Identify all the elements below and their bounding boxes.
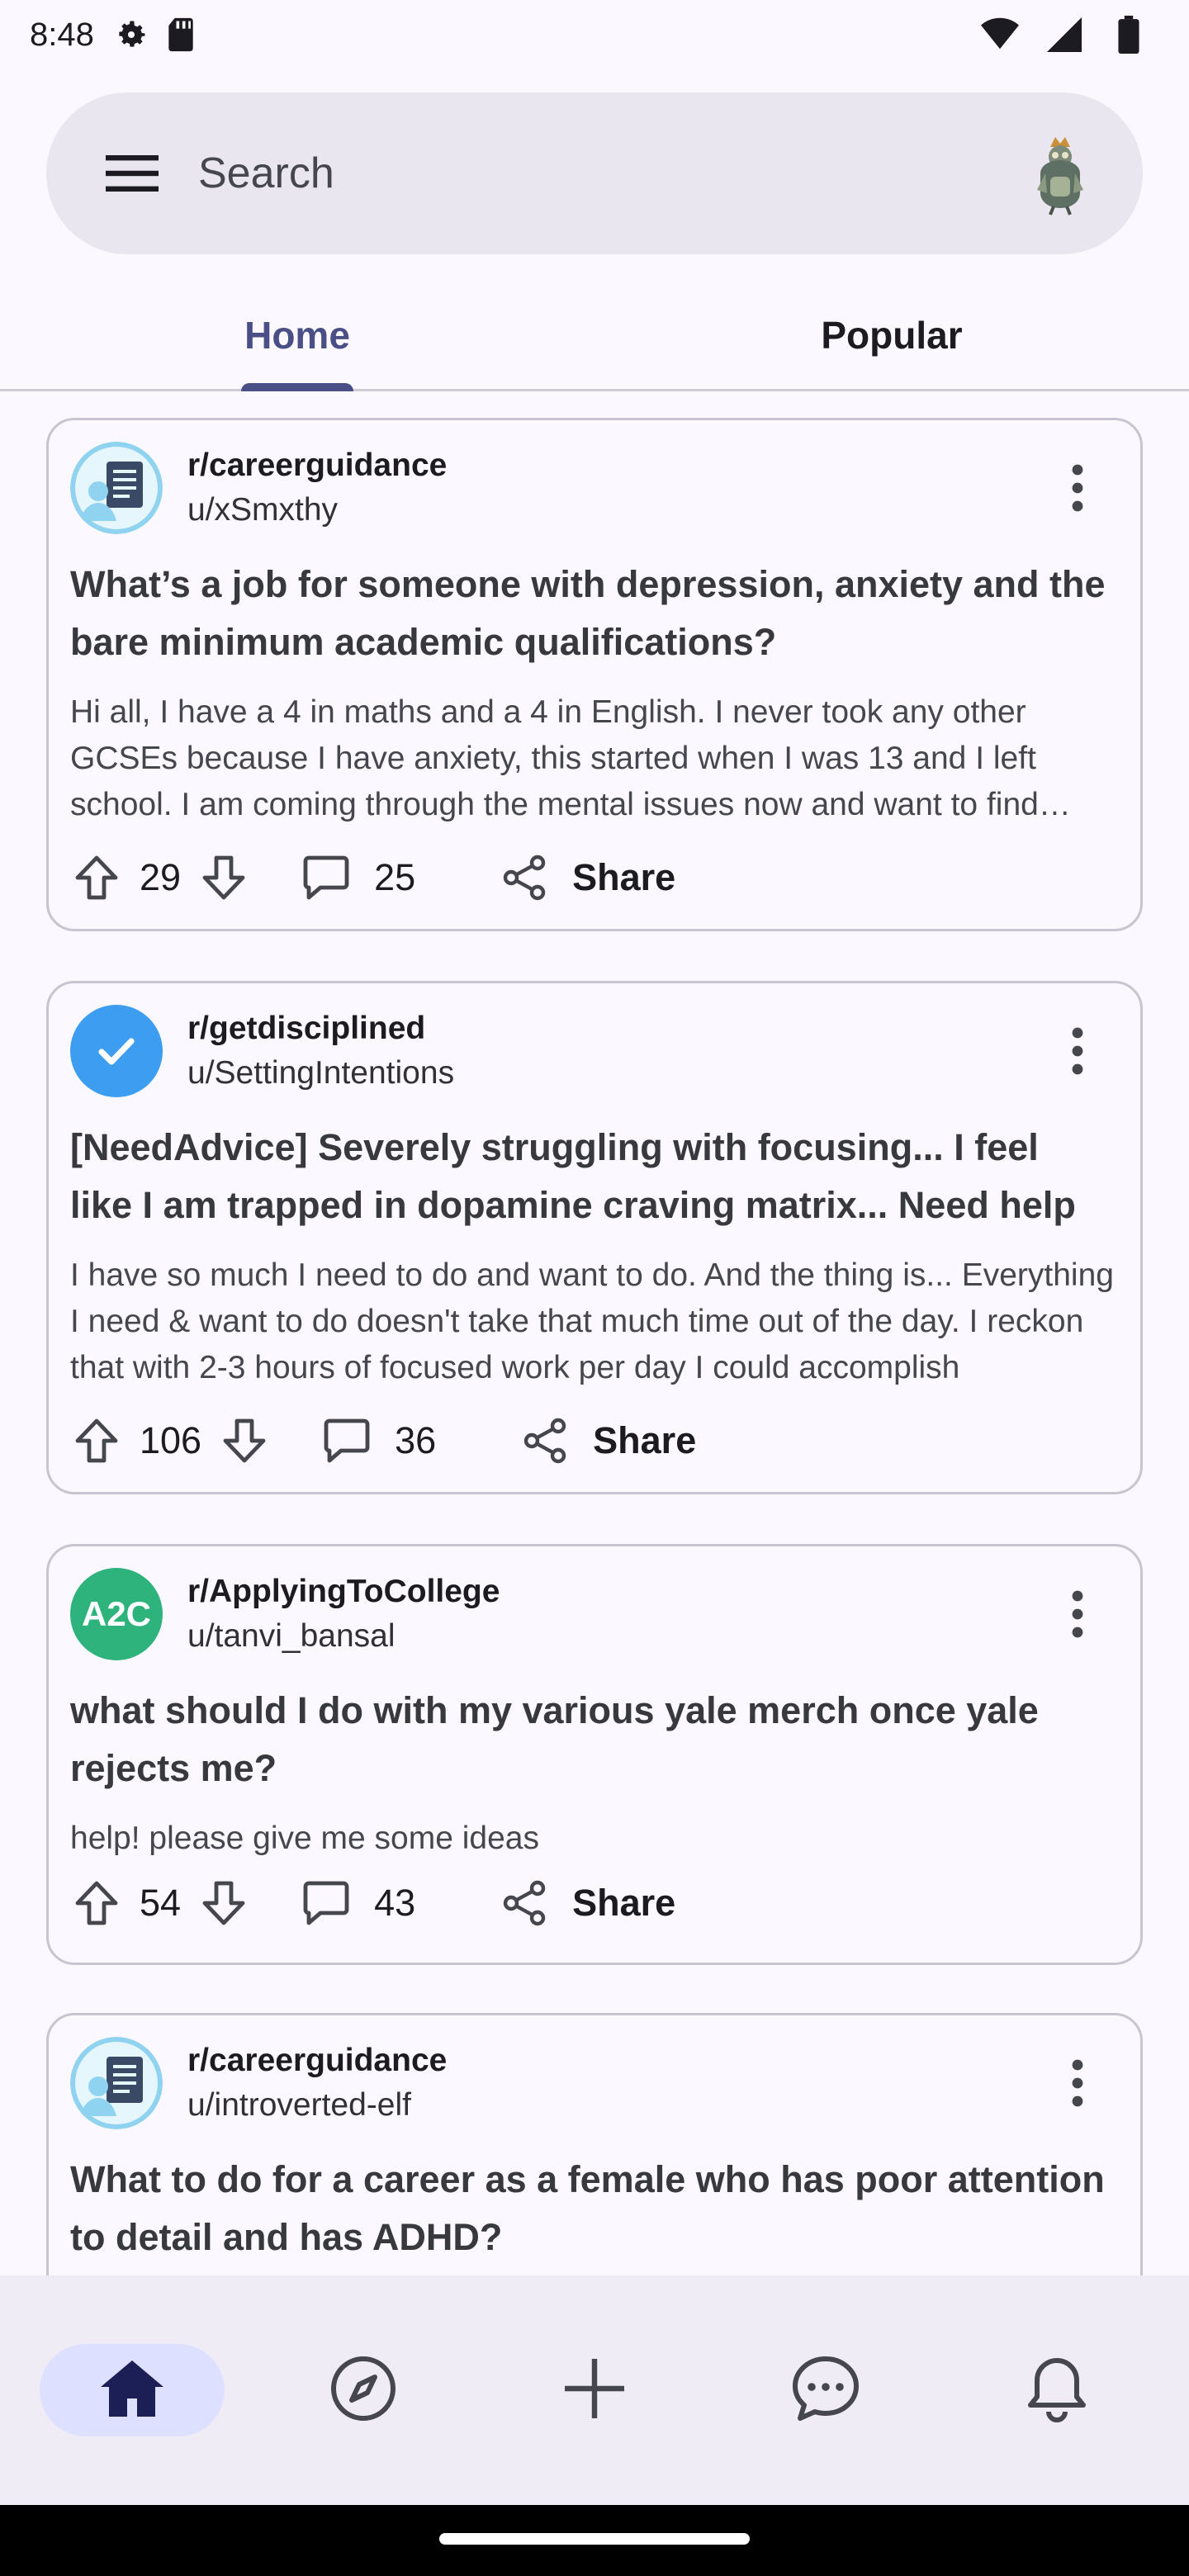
upvote-icon[interactable]: [70, 1877, 123, 1930]
hamburger-menu-icon[interactable]: [99, 140, 165, 206]
more-options-icon[interactable]: [1053, 1577, 1102, 1651]
battery-icon: [1110, 16, 1148, 54]
cell-signal-icon: [1045, 16, 1083, 54]
downvote-icon[interactable]: [218, 1414, 271, 1467]
status-time: 8:48: [30, 16, 94, 53]
share-button[interactable]: Share: [498, 851, 675, 904]
bell-icon: [1024, 2354, 1090, 2427]
user-avatar[interactable]: [1017, 130, 1103, 216]
post-actions: 29 25 Share: [70, 828, 1119, 927]
chat-icon: [790, 2354, 861, 2427]
comment-icon: [320, 1414, 373, 1467]
post-actions: 54 43 Share: [70, 1862, 1119, 1944]
gesture-bar: [0, 2505, 1189, 2576]
comment-count: 43: [374, 1882, 416, 1924]
status-bar: 8:48: [0, 0, 1189, 69]
tab-popular-label: Popular: [821, 313, 963, 357]
share-icon: [498, 1877, 551, 1930]
post-subreddit[interactable]: r/getdisciplined: [187, 1006, 1053, 1051]
nav-create[interactable]: [502, 2344, 687, 2436]
upvote-icon[interactable]: [70, 1414, 123, 1467]
tab-home[interactable]: Home: [0, 281, 594, 391]
more-options-icon[interactable]: [1053, 451, 1102, 525]
nav-notifications[interactable]: [964, 2344, 1149, 2436]
post-title[interactable]: What’s a job for someone with depression…: [70, 556, 1119, 671]
nav-chat[interactable]: [733, 2344, 918, 2436]
a2c-logo-text: A2C: [81, 1594, 152, 1633]
careerguidance-icon[interactable]: [70, 2037, 163, 2129]
vote-group: 29: [70, 851, 250, 904]
post-snippet[interactable]: Hi all, I have a 4 in maths and a 4 in E…: [70, 689, 1119, 828]
compass-icon: [329, 2354, 398, 2427]
vote-count: 54: [140, 1882, 182, 1924]
home-gesture-handle[interactable]: [439, 2533, 750, 2545]
post-author[interactable]: u/SettingIntentions: [187, 1051, 1053, 1096]
tab-popular[interactable]: Popular: [594, 281, 1189, 389]
post-card[interactable]: r/careerguidance u/introverted-elf What …: [46, 2013, 1143, 2275]
post-author[interactable]: u/xSmxthy: [187, 488, 1053, 533]
post-title[interactable]: What to do for a career as a female who …: [70, 2151, 1119, 2266]
post-title[interactable]: [NeedAdvice] Severely struggling with fo…: [70, 1119, 1119, 1234]
vote-group: 106: [70, 1414, 271, 1467]
post-author[interactable]: u/tanvi_bansal: [187, 1614, 1053, 1659]
post-snippet[interactable]: help! please give me some ideas: [70, 1816, 1119, 1862]
plus-icon: [561, 2356, 628, 2426]
post-actions: 106 36 Share: [70, 1391, 1119, 1490]
comment-count: 36: [395, 1419, 437, 1461]
tab-home-label: Home: [244, 313, 350, 357]
checkmark-icon[interactable]: [70, 1005, 163, 1097]
comments-button[interactable]: 43: [300, 1877, 432, 1930]
search-input[interactable]: Search: [198, 149, 1017, 198]
post-card[interactable]: r/getdisciplined u/SettingIntentions [Ne…: [46, 981, 1143, 1494]
post-card[interactable]: r/careerguidance u/xSmxthy What’s a job …: [46, 418, 1143, 931]
careerguidance-icon[interactable]: [70, 442, 163, 534]
downvote-icon[interactable]: [197, 851, 250, 904]
bottom-navigation: [0, 2275, 1189, 2505]
vote-count: 29: [140, 856, 182, 898]
share-label: Share: [572, 1882, 676, 1924]
share-icon: [498, 851, 551, 904]
tab-indicator: [241, 383, 353, 391]
search-bar[interactable]: Search: [46, 92, 1143, 254]
applyingtocollege-icon[interactable]: A2C: [70, 1568, 163, 1660]
post-card[interactable]: A2C r/ApplyingToCollege u/tanvi_bansal w…: [46, 1544, 1143, 1965]
post-subreddit[interactable]: r/careerguidance: [187, 2039, 1053, 2083]
downvote-icon[interactable]: [197, 1877, 250, 1930]
share-label: Share: [572, 856, 676, 898]
comments-button[interactable]: 25: [300, 851, 432, 904]
comment-icon: [300, 1877, 353, 1930]
post-feed[interactable]: r/careerguidance u/xSmxthy What’s a job …: [0, 393, 1189, 2275]
feed-tabs: Home Popular: [0, 281, 1189, 391]
share-button[interactable]: Share: [519, 1414, 696, 1467]
sd-card-icon: [162, 16, 200, 54]
post-title[interactable]: what should I do with my various yale me…: [70, 1682, 1119, 1797]
more-options-icon[interactable]: [1053, 2046, 1102, 2120]
vote-count: 106: [140, 1419, 202, 1461]
nav-home[interactable]: [40, 2344, 225, 2436]
home-icon: [97, 2357, 167, 2424]
comment-icon: [300, 851, 353, 904]
nav-explore[interactable]: [271, 2344, 456, 2436]
upvote-icon[interactable]: [70, 851, 123, 904]
post-subreddit[interactable]: r/ApplyingToCollege: [187, 1570, 1053, 1614]
post-snippet[interactable]: I have so much I need to do and want to …: [70, 1252, 1119, 1391]
share-icon: [519, 1414, 571, 1467]
comments-button[interactable]: 36: [320, 1414, 452, 1467]
more-options-icon[interactable]: [1053, 1014, 1102, 1088]
vote-group: 54: [70, 1877, 250, 1930]
post-subreddit[interactable]: r/careerguidance: [187, 443, 1053, 488]
comment-count: 25: [374, 856, 416, 898]
post-author[interactable]: u/introverted-elf: [187, 2083, 1053, 2128]
share-button[interactable]: Share: [498, 1877, 675, 1930]
wifi-icon: [981, 16, 1019, 54]
settings-gear-icon: [112, 16, 150, 54]
share-label: Share: [593, 1419, 697, 1461]
